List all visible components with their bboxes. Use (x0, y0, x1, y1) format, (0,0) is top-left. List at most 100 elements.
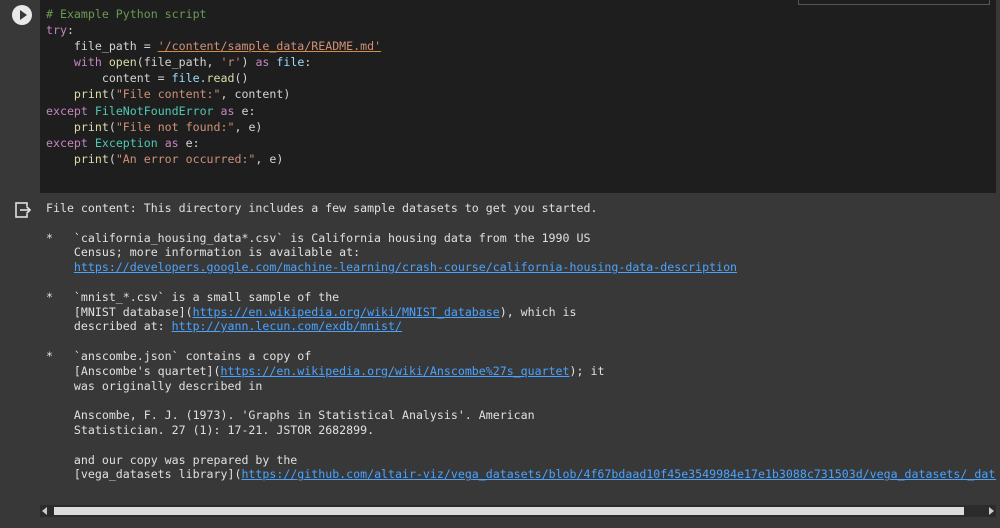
output-text-segment: Anscombe, F. J. (1973). 'Graphs in Stati… (46, 408, 535, 423)
output-text-segment: described at: (46, 319, 172, 334)
code-line: print("File not found:", e) (46, 119, 381, 135)
code-token: : (304, 55, 312, 70)
output-text-segment: * `california_housing_data*.csv` is Cali… (46, 230, 591, 245)
output-blank-line (46, 438, 996, 453)
code-token: # Example Python script (46, 7, 207, 21)
output-line: https://developers.google.com/machine-le… (46, 260, 996, 275)
code-token: . (199, 71, 207, 86)
output-text-segment: [MNIST database]( (46, 304, 193, 319)
output-text-segment: Statistician. 27 (1): 17-21. JSTOR 26828… (46, 422, 375, 437)
code-token: ( (108, 87, 116, 102)
code-line: try: (46, 22, 381, 38)
code-token: content = (46, 71, 172, 86)
output-text-segment (46, 260, 74, 274)
output-text-segment: ), which is (499, 304, 577, 319)
output-text-segment: [Anscombe's quartet]( (46, 363, 221, 378)
cell-toolbar (798, 0, 990, 5)
code-token: as (164, 135, 179, 150)
output-line: Statistician. 27 (1): 17-21. JSTOR 26828… (46, 423, 996, 438)
output-line: [MNIST database](https://en.wikipedia.or… (46, 305, 996, 320)
code-token: print (73, 119, 109, 134)
output-line: [vega_datasets library](https://github.c… (46, 467, 996, 482)
horizontal-scrollbar[interactable] (40, 505, 996, 517)
code-token: Exception (94, 135, 158, 150)
code-token: "An error occurred:" (115, 151, 256, 166)
code-token: try (46, 23, 67, 38)
code-token: , content) (220, 87, 291, 102)
code-token: print (73, 87, 109, 102)
code-token: () (234, 71, 249, 86)
code-token: as (220, 103, 235, 118)
output-action-icon[interactable] (14, 201, 32, 219)
output-line: Census; more information is available at… (46, 245, 996, 260)
code-line: except Exception as e: (46, 135, 381, 151)
code-token: e: (234, 103, 256, 118)
code-token: as (255, 55, 270, 70)
code-line: content = file.read() (46, 70, 381, 86)
output-text-segment: * `mnist_*.csv` is a small sample of the (46, 289, 340, 304)
code-token: print (73, 151, 109, 166)
code-token: "File not found:" (115, 119, 235, 134)
code-token: file (171, 71, 200, 86)
output-link[interactable]: https://developers.google.com/machine-le… (74, 260, 737, 274)
output-line: and our copy was prepared by the (46, 453, 996, 468)
code-token: , e) (234, 119, 263, 134)
code-line: # Example Python script (46, 6, 381, 22)
output-blank-line (46, 334, 996, 349)
code-token: (file_path, (136, 55, 221, 70)
code-token: except (46, 135, 88, 150)
code-token: with (73, 55, 102, 70)
code-line: except FileNotFoundError as e: (46, 103, 381, 119)
code-token: file_path = (46, 39, 158, 54)
code-token: e: (178, 135, 200, 150)
output-line: [Anscombe's quartet](https://en.wikipedi… (46, 364, 996, 379)
code-token: ) (241, 55, 256, 70)
output-line: * `mnist_*.csv` is a small sample of the (46, 290, 996, 305)
code-token: open (108, 55, 137, 70)
output-text-segment: and our copy was prepared by the (46, 452, 298, 467)
output-line: was originally described in (46, 379, 996, 394)
output-text-segment: File content: This directory includes a … (46, 201, 598, 215)
output-line: File content: This directory includes a … (46, 201, 996, 216)
code-line: print("An error occurred:", e) (46, 151, 381, 167)
output-link[interactable]: https://github.com/altair-viz/vega_datas… (241, 467, 996, 481)
output-link[interactable]: https://en.wikipedia.org/wiki/Anscombe%2… (221, 364, 570, 378)
code-text[interactable]: # Example Python script try: file_path = … (46, 6, 381, 167)
output-text-segment: * `anscombe.json` contains a copy of (46, 348, 312, 363)
code-token: FileNotFoundError (94, 103, 214, 118)
output-line: Anscombe, F. J. (1973). 'Graphs in Stati… (46, 408, 996, 423)
output-blank-line (46, 275, 996, 290)
output-text-segment: was originally described in (46, 378, 263, 393)
code-editor[interactable]: # Example Python script try: file_path = … (40, 0, 996, 193)
output-blank-line (46, 393, 996, 408)
run-cell-button[interactable] (12, 5, 32, 25)
output-text: File content: This directory includes a … (46, 201, 996, 491)
code-token: ( (108, 151, 116, 166)
cell-gutter (0, 0, 40, 193)
code-token: except (46, 103, 88, 118)
scrollbar-thumb[interactable] (54, 507, 964, 515)
code-line: with open(file_path, 'r') as file: (46, 54, 381, 70)
code-token: , e) (255, 151, 284, 166)
code-line: file_path = '/content/sample_data/README… (46, 38, 381, 54)
output-text-segment: Census; more information is available at… (46, 245, 361, 260)
output-blank-line (46, 216, 996, 231)
code-token: ( (108, 119, 116, 134)
scroll-right-icon[interactable] (989, 507, 994, 515)
code-token: read (206, 71, 235, 86)
code-token: "File content:" (115, 87, 221, 102)
output-link[interactable]: http://yann.lecun.com/exdb/mnist/ (172, 319, 402, 333)
code-token: : (66, 23, 74, 38)
output-link[interactable]: https://en.wikipedia.org/wiki/MNIST_data… (193, 305, 500, 319)
code-token: 'r' (220, 55, 242, 70)
scroll-left-icon[interactable] (42, 507, 47, 515)
output-text-segment: [vega_datasets library]( (46, 467, 242, 482)
